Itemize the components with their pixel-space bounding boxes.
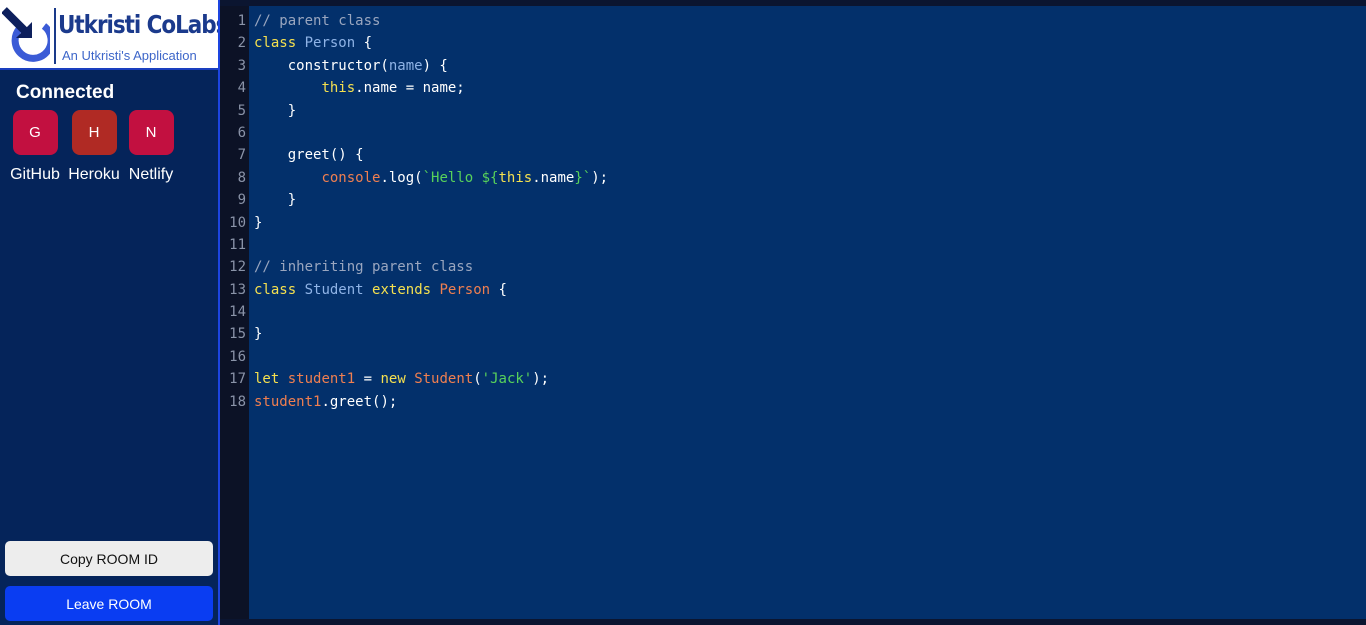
client-name: Heroku [68,166,120,183]
code-token: // parent class [254,13,381,29]
avatar: G [12,110,58,155]
code-token: }` [574,169,592,186]
line-number: 8 [237,169,246,186]
connected-heading: Connected [16,82,115,103]
avatar: N [128,110,174,155]
line-number: 15 [229,326,246,343]
code-text: } [254,323,262,345]
code-text: // parent class [254,10,380,32]
code-editor[interactable]: 1// parent class 2 class Person {3 constru… [220,0,1366,625]
line-number: 11 [229,236,246,253]
client-netlify: N Netlify [121,110,181,184]
code-text: class Student extends Person { [254,279,507,301]
code-token: this [321,80,356,97]
code-token: greet() { [254,147,364,164]
code-token: student1 [254,393,322,410]
line-number: 6 [237,124,246,141]
code-token: } [254,102,297,119]
client-name: Netlify [128,166,174,183]
code-text: greet() { [254,144,364,166]
code-token: let [254,371,280,388]
line-number: 12 [229,259,246,276]
code-token: } [254,214,263,231]
code-token: Person [304,35,356,52]
code-text: student1.greet(); [254,391,397,413]
line-number: 2 [237,35,246,52]
line-number: 18 [229,393,246,410]
code-token: .log( [380,169,423,186]
code-token: ); [591,169,609,186]
code-token: { [490,281,507,298]
brand-logo: Utkristi CoLabs An Utkristi's Applicatio… [0,0,228,70]
line-number: 5 [237,102,246,119]
code-token: } [254,326,263,343]
client-github: G GitHub [5,110,65,184]
code-token: student1 [287,371,356,388]
code-token: ) { [422,57,448,74]
code-text: // inheriting parent class [254,256,473,278]
code-token: this [498,169,533,186]
code-text: } [254,100,296,122]
code-token: .name [532,169,575,186]
editor-bottom-bar [220,619,1366,625]
line-number: 10 [229,214,246,231]
brand-subtitle: An Utkristi's Application [62,48,197,63]
code-token: { [355,35,373,52]
code-text: console.log(`Hello ${this.name}`); [254,167,608,189]
sidebar: Utkristi CoLabs An Utkristi's Applicatio… [0,0,228,625]
line-number: 4 [237,80,246,97]
code-token: 'Jack' [481,371,533,388]
code-token: Student [304,281,364,298]
utkristi-logo-icon [2,7,50,62]
code-token: ); [532,371,550,388]
code-token: ( [473,371,482,388]
client-name: GitHub [10,166,60,183]
line-number: 14 [229,304,246,321]
line-number: 17 [229,371,246,388]
line-number: 7 [237,147,246,164]
code-token: `Hello ${ [422,169,499,186]
code-text: class Person { [254,32,372,54]
code-text: this.name = name; [254,77,465,99]
code-token: extends [372,281,432,298]
code-text: constructor(name) { [254,55,448,77]
code-token: class [254,35,297,52]
code-text: } [254,189,296,211]
code-token: // inheriting parent class [254,259,474,276]
code-token: .name = name; [355,80,465,97]
line-number: 9 [237,192,246,209]
code-token: = [355,371,381,388]
line-number: 16 [229,348,246,365]
logo-divider [54,8,56,64]
code-token: class [254,281,297,298]
leave-room-button[interactable]: Leave ROOM [5,586,213,621]
code-token: Person [439,281,491,298]
code-token: console [321,169,381,186]
line-number: 1 [237,13,246,29]
avatar: H [71,110,117,155]
code-text: } [254,212,262,234]
code-text: let student1 = new Student('Jack'); [254,368,549,390]
code-token: constructor( [254,57,389,74]
client-heroku: H Heroku [64,110,124,184]
code-token: .greet(); [321,393,398,410]
code-token: name [388,57,423,74]
line-number: 3 [237,57,246,74]
copy-room-id-button[interactable]: Copy ROOM ID [5,541,213,576]
app-root: Utkristi CoLabs An Utkristi's Applicatio… [0,0,1366,625]
brand-title: Utkristi CoLabs [58,10,228,39]
code-token: new [380,371,406,388]
line-number: 13 [229,281,246,298]
code-token: } [254,192,297,209]
code-token: Student [414,371,474,388]
